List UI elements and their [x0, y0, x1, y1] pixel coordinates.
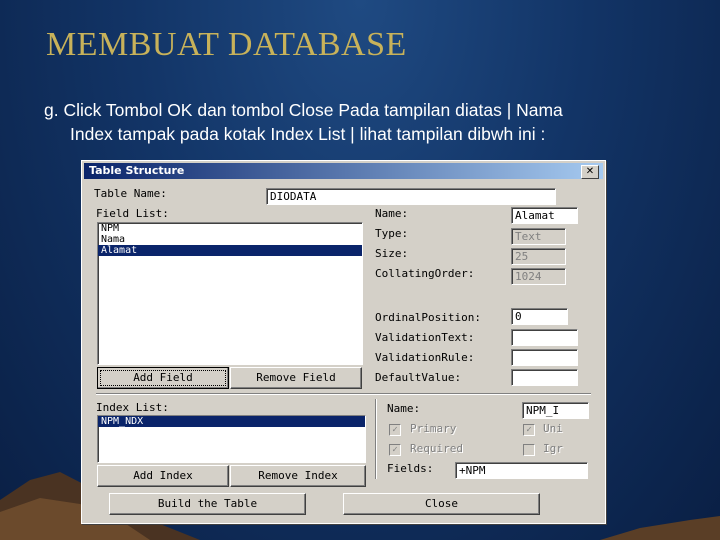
index-list[interactable]: NPM_NDX — [97, 415, 366, 463]
add-index-button[interactable]: Add Index — [97, 465, 229, 487]
field-name-input[interactable]: Alamat — [511, 207, 578, 224]
close-icon[interactable]: ✕ — [581, 165, 599, 179]
slide-instruction-text: g. Click Tombol OK dan tombol Close Pada… — [44, 98, 684, 146]
field-type-input: Text — [511, 228, 566, 245]
validation-rule-input[interactable] — [511, 349, 578, 366]
remove-index-button[interactable]: Remove Index — [230, 465, 366, 487]
validation-rule-label: ValidationRule: — [375, 351, 475, 364]
default-value-label: DefaultValue: — [375, 371, 462, 384]
field-size-input: 25 — [511, 248, 566, 265]
field-list-item-selected[interactable]: Alamat — [98, 245, 362, 256]
default-value-input[interactable] — [511, 369, 578, 386]
ordinal-position-input[interactable]: 0 — [511, 308, 568, 325]
divider — [375, 399, 377, 479]
table-name-label: Table Name: — [94, 187, 167, 200]
slide-title: MEMBUAT DATABASE — [46, 26, 407, 63]
field-list-item[interactable]: NPM — [98, 223, 362, 234]
dialog-titlebar: Table Structure ✕ — [84, 163, 603, 179]
table-name-input[interactable]: DIODATA — [266, 188, 556, 205]
name-label: Name: — [375, 207, 409, 220]
primary-label: Primary — [410, 422, 457, 435]
required-checkbox[interactable]: ✓ — [389, 444, 401, 456]
instruction-line-2: Index tampak pada kotak Index List | lih… — [70, 124, 546, 144]
field-list-item[interactable]: Nama — [98, 234, 362, 245]
required-label: Required — [410, 442, 463, 455]
table-structure-dialog: Table Structure ✕ Table Name: DIODATA Fi… — [81, 160, 606, 524]
field-list-label: Field List: — [96, 207, 169, 220]
add-field-button[interactable]: Add Field — [97, 367, 229, 389]
unique-checkbox[interactable]: ✓ — [523, 424, 535, 436]
primary-checkbox[interactable]: ✓ — [389, 424, 401, 436]
validation-text-label: ValidationText: — [375, 331, 475, 344]
ignore-nulls-checkbox[interactable] — [523, 444, 535, 456]
index-name-input[interactable]: NPM_I — [522, 402, 589, 419]
unique-label: Uni — [543, 422, 563, 435]
collating-order-label: CollatingOrder: — [375, 267, 475, 280]
index-list-label: Index List: — [96, 401, 169, 414]
type-label: Type: — [375, 227, 409, 240]
index-fields-input[interactable]: +NPM — [455, 462, 588, 479]
close-button[interactable]: Close — [343, 493, 540, 515]
field-list[interactable]: NPM Nama Alamat — [97, 222, 363, 365]
validation-text-input[interactable] — [511, 329, 578, 346]
ordinal-position-label: OrdinalPosition: — [375, 311, 481, 324]
instruction-line-1: g. Click Tombol OK dan tombol Close Pada… — [44, 100, 563, 120]
ignore-nulls-label: Igr — [543, 442, 563, 455]
index-name-label: Name: — [387, 402, 421, 415]
collating-order-input: 1024 — [511, 268, 566, 285]
remove-field-button[interactable]: Remove Field — [230, 367, 362, 389]
divider — [96, 393, 591, 395]
index-fields-label: Fields: — [387, 462, 434, 475]
index-list-item-selected[interactable]: NPM_NDX — [98, 416, 365, 427]
build-table-button[interactable]: Build the Table — [109, 493, 306, 515]
size-label: Size: — [375, 247, 409, 260]
dialog-title: Table Structure — [89, 164, 185, 177]
